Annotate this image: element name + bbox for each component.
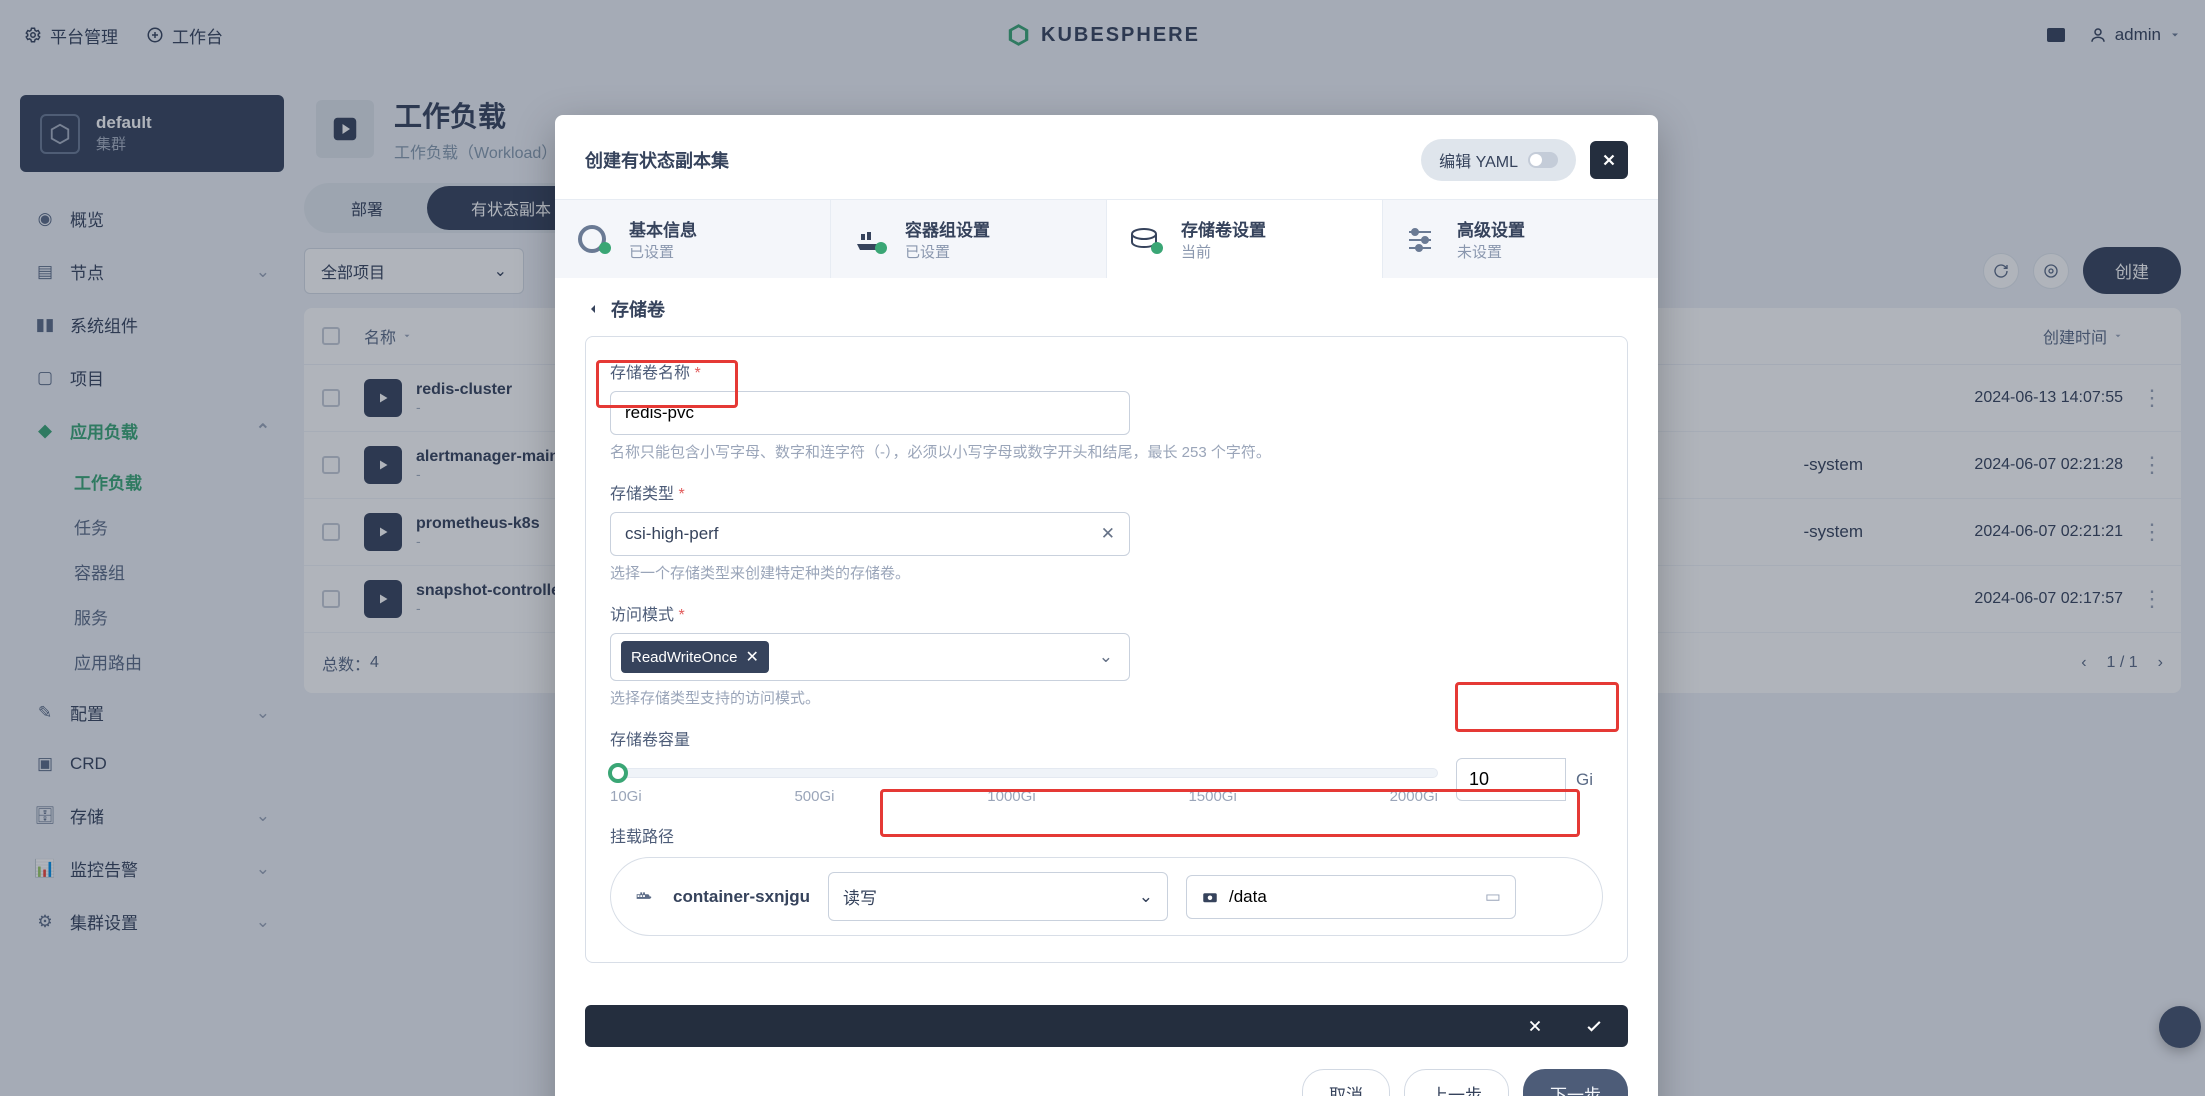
- container-name: container-sxnjgu: [673, 887, 810, 907]
- volume-name-label: 存储卷名称 *: [610, 359, 1603, 383]
- back-button[interactable]: [585, 301, 601, 317]
- chevron-down-icon: ⌄: [1099, 647, 1119, 667]
- text-field-icon: ▭: [1485, 887, 1501, 907]
- mount-path-field[interactable]: ▭: [1186, 875, 1516, 919]
- volume-name-hint: 名称只能包含小写字母、数字和连字符（-），必须以小写字母或数字开头和结尾，最长 …: [610, 441, 1603, 462]
- mount-path-input[interactable]: [1229, 887, 1475, 907]
- access-mode-label: 访问模式 *: [610, 601, 1603, 625]
- container-ship-icon: [853, 224, 891, 254]
- access-mode-tag: ReadWriteOnce✕: [621, 641, 769, 673]
- modal-title: 创建有状态副本集: [585, 147, 729, 173]
- bar-confirm-button[interactable]: [1584, 1016, 1604, 1036]
- capacity-input[interactable]: [1456, 758, 1566, 801]
- storage-class-label: 存储类型 *: [610, 480, 1603, 504]
- capacity-slider[interactable]: [610, 768, 1438, 778]
- next-button[interactable]: 下一步: [1523, 1069, 1628, 1096]
- step-volume-settings[interactable]: 存储卷设置当前: [1107, 200, 1383, 278]
- volume-name-input[interactable]: [610, 391, 1130, 435]
- section-title: 存储卷: [611, 296, 665, 322]
- storage-class-select[interactable]: csi-high-perf ✕: [610, 512, 1130, 556]
- capacity-unit: Gi: [1566, 760, 1603, 800]
- bar-cancel-button[interactable]: [1526, 1017, 1544, 1035]
- help-fab[interactable]: [2159, 1006, 2201, 1048]
- info-circle-icon: [577, 224, 615, 254]
- step-advanced-settings[interactable]: 高级设置未设置: [1383, 200, 1658, 278]
- disk-icon: [1129, 224, 1167, 254]
- create-statefulset-modal: 创建有状态副本集 编辑 YAML 基本信息已设置 容器组设置已设置 存储卷设置当…: [555, 115, 1658, 1096]
- toggle-icon: [1528, 152, 1558, 168]
- storage-class-hint: 选择一个存储类型来创建特定种类的存储卷。: [610, 562, 1603, 583]
- previous-button[interactable]: 上一步: [1404, 1069, 1509, 1096]
- mount-path-label: 挂载路径: [610, 823, 1603, 847]
- close-button[interactable]: [1590, 141, 1628, 179]
- access-mode-select[interactable]: ReadWriteOnce✕ ⌄: [610, 633, 1130, 681]
- mount-mode-select[interactable]: 读写 ⌄: [828, 872, 1168, 921]
- path-icon: [1201, 888, 1219, 906]
- capacity-label: 存储卷容量: [610, 726, 1603, 750]
- chevron-down-icon: ⌄: [1139, 887, 1153, 907]
- docker-icon: [633, 886, 655, 908]
- slider-handle[interactable]: [608, 763, 628, 783]
- access-mode-hint: 选择存储类型支持的访问模式。: [610, 687, 1603, 708]
- step-basic-info[interactable]: 基本信息已设置: [555, 200, 831, 278]
- cancel-button[interactable]: 取消: [1302, 1069, 1390, 1096]
- step-pod-settings[interactable]: 容器组设置已设置: [831, 200, 1107, 278]
- edit-yaml-toggle[interactable]: 编辑 YAML: [1421, 139, 1576, 181]
- close-icon: [1600, 151, 1618, 169]
- clear-icon[interactable]: ✕: [1101, 524, 1115, 544]
- confirm-bar: [585, 1005, 1628, 1047]
- sliders-icon: [1405, 224, 1443, 254]
- remove-tag-icon[interactable]: ✕: [745, 647, 758, 667]
